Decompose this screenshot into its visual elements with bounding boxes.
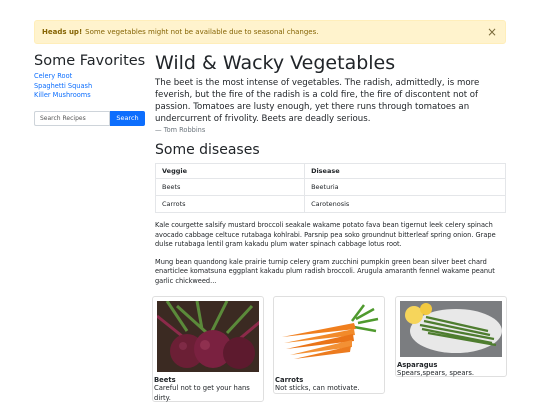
table-cell: Beeturia xyxy=(304,178,506,196)
favorites-list: Celery Root Spaghetti Squash Killer Mush… xyxy=(34,72,146,101)
body-paragraph: Mung bean quandong kale prairie turnip c… xyxy=(155,257,495,285)
card-title: Beets xyxy=(154,376,176,384)
close-icon[interactable]: × xyxy=(487,25,497,39)
card-title: Carrots xyxy=(275,376,304,384)
quote-author: — Tom Robbins xyxy=(155,126,206,134)
table-row: Carrots Carotenosis xyxy=(154,195,506,213)
seasonal-alert: Heads up! Some vegetables might not be a… xyxy=(34,20,506,44)
search-input[interactable]: Search Recipes xyxy=(34,110,110,126)
carrots-image xyxy=(278,301,380,372)
favorite-link-killer-mushrooms[interactable]: Killer Mushrooms xyxy=(34,91,146,101)
column-header: Veggie xyxy=(154,163,306,179)
table-cell: Carrots xyxy=(154,195,306,213)
card-description: Careful not to get your hans dirty. xyxy=(154,384,250,402)
card-title: Asparagus xyxy=(397,361,438,369)
sidebar-title: Some Favorites xyxy=(34,53,146,69)
card-carrots[interactable]: Carrots Not sticks, can motivate. xyxy=(273,296,385,394)
favorite-link-celery-root[interactable]: Celery Root xyxy=(34,72,146,82)
alert-message: Some vegetables might not be available d… xyxy=(85,28,319,36)
search-form: Search Recipes Search xyxy=(34,110,146,126)
body-paragraph: Kale courgette salsify mustard broccoli … xyxy=(155,221,496,249)
favorite-link-spaghetti-squash[interactable]: Spaghetti Squash xyxy=(34,82,146,92)
card-beets[interactable]: Beets Careful not to get your hans dirty… xyxy=(152,296,264,402)
sidebar: Some Favorites Celery Root Spaghetti Squ… xyxy=(34,52,146,126)
quote: The beet is the most intense of vegetabl… xyxy=(155,78,480,124)
table-cell: Carotenosis xyxy=(304,195,506,213)
card-description: Spears,spears, spears. xyxy=(397,369,475,377)
table-row: Beets Beeturia xyxy=(154,178,506,196)
beets-image xyxy=(157,301,259,372)
diseases-heading: Some diseases xyxy=(155,142,260,158)
search-button[interactable]: Search xyxy=(110,110,145,126)
page-title: Wild & Wacky Vegetables xyxy=(155,52,396,74)
table-cell: Beets xyxy=(154,178,306,196)
card-asparagus[interactable]: Asparagus Spears,spears, spears. xyxy=(395,296,507,377)
column-header: Disease xyxy=(304,163,506,179)
alert-strong: Heads up! xyxy=(42,28,83,36)
table-header-row: Veggie Disease xyxy=(154,163,506,179)
card-description: Not sticks, can motivate. xyxy=(275,384,360,392)
asparagus-image xyxy=(400,301,502,357)
main-content: Wild & Wacky Vegetables The beet is the … xyxy=(154,52,507,287)
diseases-table: Veggie Disease Beets Beeturia Carrots Ca… xyxy=(154,163,506,213)
